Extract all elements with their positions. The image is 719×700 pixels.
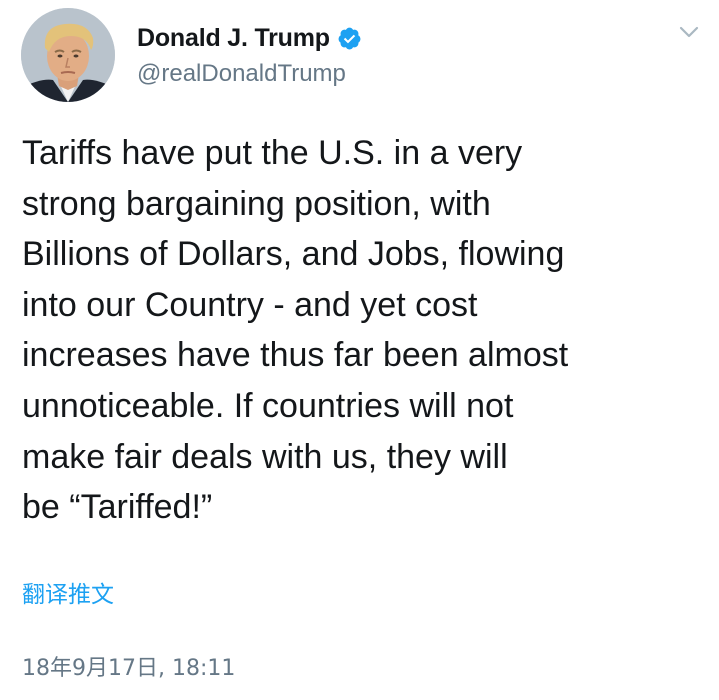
author-name-row: Donald J. Trump [137, 21, 362, 55]
profile-photo-icon [21, 8, 115, 102]
chevron-down-icon[interactable] [676, 22, 702, 42]
tweet-text-line: unnoticeable. If countries will not [22, 386, 514, 425]
tweet-text-line: increases have thus far been almost [22, 336, 569, 375]
author-handle[interactable]: @realDonaldTrump [137, 60, 346, 88]
translate-tweet-link[interactable]: 翻译推文 [22, 575, 114, 609]
tweet-text-line: make fair deals with us, they will [22, 437, 508, 476]
author-display-name[interactable]: Donald J. Trump [137, 24, 330, 53]
tweet-timestamp[interactable]: 18年9月17日, 18:11 [22, 650, 235, 682]
verified-badge-icon [337, 26, 362, 51]
avatar[interactable] [21, 8, 115, 102]
tweet-text-line: Billions of Dollars, and Jobs, flowing [22, 235, 565, 274]
tweet-text: Tariffs have put the U.S. in a very stro… [22, 128, 702, 533]
tweet-card: Donald J. Trump @realDonaldTrump Tariffs… [0, 0, 719, 700]
tweet-text-line: Tariffs have put the U.S. in a very [22, 134, 523, 172]
tweet-text-line: be “Tariffed!” [22, 488, 213, 527]
tweet-text-line: into our Country - and yet cost [22, 285, 478, 324]
tweet-text-line: strong bargaining position, with [22, 184, 491, 223]
